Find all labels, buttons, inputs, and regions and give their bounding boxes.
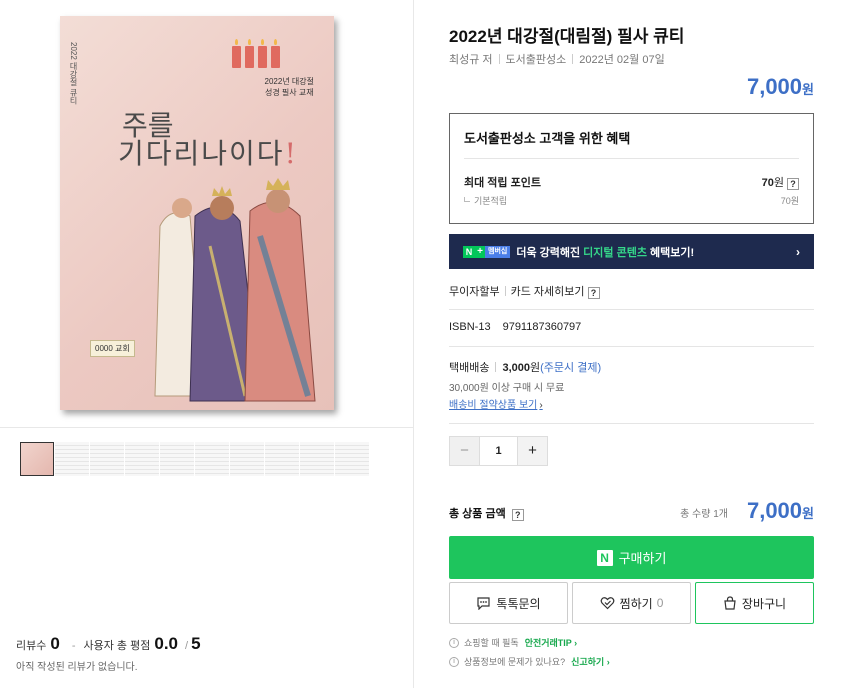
help-icon[interactable]: ? bbox=[587, 287, 600, 299]
isbn-row: ISBN-13 9791187360797 bbox=[449, 321, 582, 333]
installment-row: 무이자할부 카드 자세히보기? bbox=[449, 283, 600, 299]
thumbnail-cover[interactable] bbox=[20, 442, 54, 476]
talk-inquiry-button[interactable]: 톡톡문의 bbox=[449, 582, 568, 624]
chevron-right-icon: › bbox=[796, 244, 800, 259]
thumbnail-strip bbox=[20, 442, 370, 476]
thumbnail-page[interactable] bbox=[335, 442, 369, 476]
help-icon[interactable]: ? bbox=[787, 178, 799, 190]
thumbnail-page[interactable] bbox=[125, 442, 159, 476]
heart-check-icon bbox=[600, 597, 614, 610]
review-summary: 리뷰수 0 - 사용자 총 평점 0.0 / 5 bbox=[16, 634, 201, 653]
review-count-label: 리뷰수 bbox=[16, 640, 47, 652]
report-link[interactable]: 신고하기 › bbox=[571, 655, 610, 668]
cover-spine-text: 2022 대강절 큐티 bbox=[69, 42, 78, 105]
publisher: 도서출판성소 bbox=[505, 54, 567, 66]
digital-content-banner[interactable]: N + 멤버십 더욱 강력해진 디지털 콘텐츠 혜택보기! › bbox=[449, 234, 814, 269]
three-kings-illustration bbox=[154, 178, 316, 402]
quantity-stepper: − 1 + bbox=[449, 436, 548, 466]
book-cover-image: 2022 대강절 큐티 2022년 대강절 성경 필사 교재 주를 기다리나이다… bbox=[60, 16, 334, 410]
product-meta: 최성규 저 도서출판성소 2022년 02월 07일 bbox=[449, 51, 665, 67]
quantity-minus-button[interactable]: − bbox=[450, 437, 480, 465]
thumbnail-page[interactable] bbox=[195, 442, 229, 476]
report-tip: i 상품정보에 문제가 있나요? 신고하기 › bbox=[449, 655, 610, 668]
cover-subtitle: 2022년 대강절 성경 필사 교재 bbox=[264, 77, 314, 97]
max-point-row: 최대 적립 포인트 70원? bbox=[464, 174, 799, 190]
benefit-box: 도서출판성소 고객을 위한 혜택 최대 적립 포인트 70원? 기본적립 70원 bbox=[449, 113, 814, 224]
advent-candles-illustration bbox=[230, 34, 284, 68]
church-name-badge: 0000 교회 bbox=[90, 340, 135, 357]
info-icon: i bbox=[449, 637, 459, 648]
score-max: 5 bbox=[191, 634, 201, 653]
shipping-saving-link[interactable]: 배송비 절약상품 보기 › bbox=[449, 396, 543, 411]
total-count: 총 수량 1개 bbox=[680, 509, 728, 520]
wishlist-button[interactable]: 찜하기 0 bbox=[572, 582, 691, 624]
cart-button[interactable]: 장바구니 bbox=[695, 582, 814, 624]
review-count: 0 bbox=[50, 634, 60, 653]
naver-plus-membership-icon: N + 멤버십 bbox=[463, 245, 511, 258]
thumbnail-page[interactable] bbox=[300, 442, 334, 476]
thumbnail-page[interactable] bbox=[265, 442, 299, 476]
naver-n-icon: N bbox=[596, 549, 613, 566]
review-empty-text: 아직 작성된 리뷰가 없습니다. bbox=[16, 662, 138, 673]
thumbnail-page[interactable] bbox=[55, 442, 89, 476]
base-point-row: 기본적립 70원 bbox=[464, 194, 799, 207]
safe-trade-link[interactable]: 안전거래TIP › bbox=[525, 636, 577, 649]
publish-date: 2022년 02월 07일 bbox=[579, 54, 665, 66]
product-title: 2022년 대강절(대림절) 필사 큐티 bbox=[449, 27, 685, 46]
card-detail-link[interactable]: 카드 자세히보기 bbox=[511, 286, 585, 298]
wish-count: 0 bbox=[656, 596, 664, 610]
total-price: 7,000원 bbox=[746, 498, 814, 523]
product-gallery: 2022 대강절 큐티 2022년 대강절 성경 필사 교재 주를 기다리나이다… bbox=[0, 0, 414, 688]
quantity-plus-button[interactable]: + bbox=[517, 437, 547, 465]
shipping-row: 택배배송 3,000원(주문시 결제) bbox=[449, 362, 602, 374]
max-point-value: 70원? bbox=[762, 174, 799, 190]
author: 최성규 저 bbox=[449, 54, 493, 66]
thumbnail-page[interactable] bbox=[160, 442, 194, 476]
info-icon: i bbox=[449, 656, 459, 667]
chat-bubble-icon bbox=[477, 597, 491, 610]
thumbnail-page[interactable] bbox=[90, 442, 124, 476]
buy-button[interactable]: N 구매하기 bbox=[449, 536, 814, 579]
total-label: 총 상품 금액? bbox=[449, 505, 524, 521]
free-shipping-condition: 30,000원 이상 구매 시 무료 bbox=[449, 383, 565, 394]
safe-trade-tip: i 쇼핑할 때 필독 안전거래TIP › bbox=[449, 636, 577, 649]
help-icon[interactable]: ? bbox=[511, 509, 524, 521]
main-product-image[interactable]: 2022 대강절 큐티 2022년 대강절 성경 필사 교재 주를 기다리나이다… bbox=[0, 0, 414, 428]
score-value: 0.0 bbox=[154, 634, 178, 653]
installment-label: 무이자할부 bbox=[449, 286, 500, 298]
thumbnail-page[interactable] bbox=[230, 442, 264, 476]
product-price: 7,000원 bbox=[746, 74, 814, 99]
shopping-bag-icon bbox=[724, 596, 736, 610]
score-label: 사용자 총 평점 bbox=[83, 640, 151, 652]
quantity-value[interactable]: 1 bbox=[480, 437, 517, 465]
benefit-title: 도서출판성소 고객을 위한 혜택 bbox=[464, 131, 631, 146]
